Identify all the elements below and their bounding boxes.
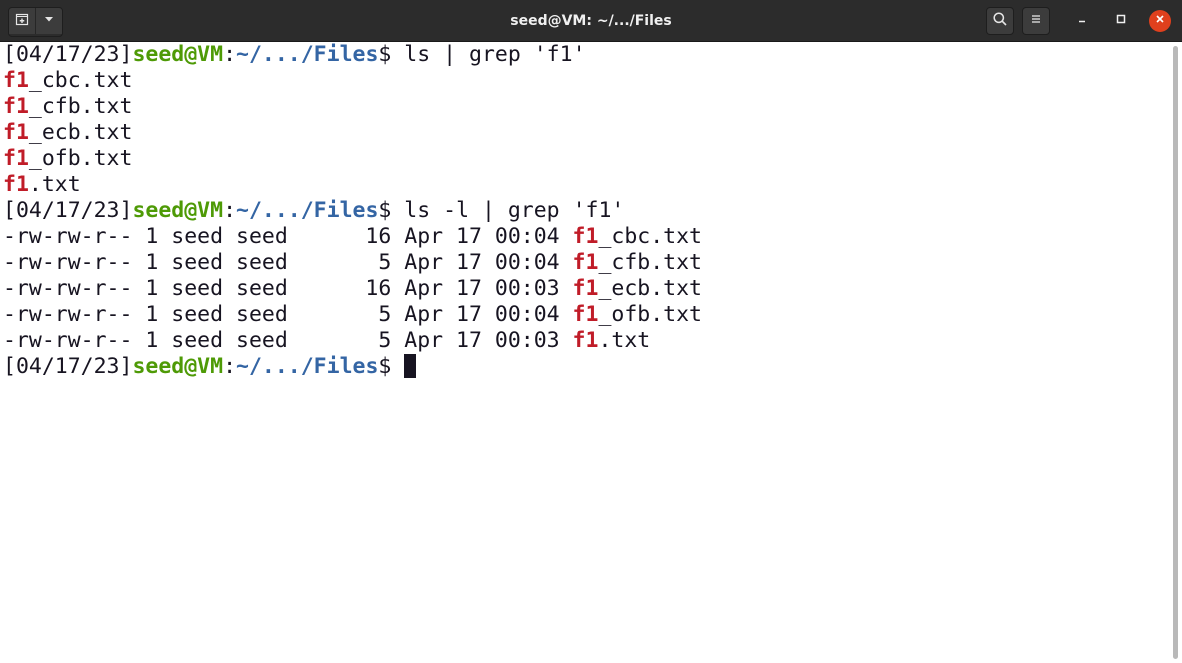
output-line: -rw-rw-r-- 1 seed seed 16 Apr 17 00:03 f… [3, 276, 1168, 302]
hamburger-menu-icon [1029, 12, 1043, 31]
output-line: -rw-rw-r-- 1 seed seed 5 Apr 17 00:03 f1… [3, 328, 1168, 354]
search-icon [992, 11, 1008, 32]
file-meta: -rw-rw-r-- 1 seed seed 16 Apr 17 00:04 [3, 224, 573, 249]
chevron-down-icon [43, 12, 55, 30]
new-tab-button[interactable] [9, 8, 35, 34]
prompt-user: seed@VM [132, 42, 224, 67]
grep-match: f1 [3, 68, 29, 93]
terminal-cursor [404, 354, 417, 378]
output-text: _ofb.txt [598, 302, 702, 327]
output-text: _ecb.txt [28, 120, 133, 145]
minimize-icon [1076, 12, 1088, 30]
grep-match: f1 [3, 94, 29, 119]
output-line: f1_ecb.txt [3, 120, 1168, 146]
grep-match: f1 [572, 328, 599, 353]
output-line: -rw-rw-r-- 1 seed seed 5 Apr 17 00:04 f1… [3, 302, 1168, 328]
output-line: f1.txt [3, 172, 1168, 198]
prompt-symbol: $ [378, 42, 405, 67]
prompt-line: [04/17/23]seed@VM:~/.../Files$ [3, 354, 1168, 380]
output-text: _cbc.txt [598, 224, 702, 249]
file-meta: -rw-rw-r-- 1 seed seed 5 Apr 17 00:04 [3, 302, 573, 327]
grep-match: f1 [572, 224, 599, 249]
search-button[interactable] [986, 7, 1014, 35]
prompt-symbol: $ [378, 354, 405, 379]
main-menu-button[interactable] [1022, 7, 1050, 35]
minimize-button[interactable] [1071, 10, 1093, 32]
header-bar: seed@VM: ~/.../Files [0, 0, 1182, 42]
prompt-colon: : [223, 354, 237, 379]
prompt-symbol: $ [378, 198, 405, 223]
prompt-line: [04/17/23]seed@VM:~/.../Files$ ls | grep… [3, 42, 1168, 68]
file-meta: -rw-rw-r-- 1 seed seed 5 Apr 17 00:03 [3, 328, 573, 353]
prompt-colon: : [223, 198, 237, 223]
vertical-scrollbar[interactable] [1168, 42, 1182, 663]
file-meta: -rw-rw-r-- 1 seed seed 5 Apr 17 00:04 [3, 250, 573, 275]
output-line: -rw-rw-r-- 1 seed seed 16 Apr 17 00:04 f… [3, 224, 1168, 250]
prompt-date: [04/17/23] [3, 198, 133, 223]
grep-match: f1 [572, 276, 599, 301]
prompt-user: seed@VM [132, 198, 224, 223]
maximize-button[interactable] [1110, 10, 1132, 32]
output-text: _ofb.txt [28, 146, 133, 171]
maximize-icon [1115, 12, 1127, 30]
close-icon [1154, 12, 1166, 30]
new-tab-icon [14, 11, 30, 32]
prompt-colon: : [223, 42, 237, 67]
terminal-output[interactable]: [04/17/23]seed@VM:~/.../Files$ ls | grep… [3, 42, 1168, 663]
grep-match: f1 [3, 172, 29, 197]
file-meta: -rw-rw-r-- 1 seed seed 16 Apr 17 00:03 [3, 276, 573, 301]
terminal-window: seed@VM: ~/.../Files [04/17/23]seed@VM:~… [0, 0, 1182, 663]
output-text: _cfb.txt [28, 94, 133, 119]
prompt-path: ~/.../Files [236, 42, 379, 67]
output-line: f1_ofb.txt [3, 146, 1168, 172]
output-text: _ecb.txt [598, 276, 702, 301]
grep-match: f1 [572, 302, 599, 327]
command-text: ls -l | grep 'f1' [404, 198, 625, 223]
output-text: .txt [598, 328, 651, 353]
tab-button-group [8, 7, 63, 37]
prompt-line: [04/17/23]seed@VM:~/.../Files$ ls -l | g… [3, 198, 1168, 224]
prompt-path: ~/.../Files [236, 198, 379, 223]
output-line: f1_cfb.txt [3, 94, 1168, 120]
prompt-date: [04/17/23] [3, 354, 133, 379]
command-text: ls | grep 'f1' [404, 42, 586, 67]
grep-match: f1 [3, 120, 29, 145]
output-text: _cbc.txt [28, 68, 133, 93]
output-text: .txt [28, 172, 81, 197]
grep-match: f1 [3, 146, 29, 171]
tab-menu-button[interactable] [35, 8, 62, 34]
output-line: f1_cbc.txt [3, 68, 1168, 94]
output-line: -rw-rw-r-- 1 seed seed 5 Apr 17 00:04 f1… [3, 250, 1168, 276]
prompt-date: [04/17/23] [3, 42, 133, 67]
scrollbar-thumb[interactable] [1173, 46, 1178, 659]
prompt-user: seed@VM [132, 354, 224, 379]
close-button[interactable] [1149, 10, 1171, 32]
grep-match: f1 [572, 250, 599, 275]
output-text: _cfb.txt [598, 250, 702, 275]
prompt-path: ~/.../Files [236, 354, 379, 379]
